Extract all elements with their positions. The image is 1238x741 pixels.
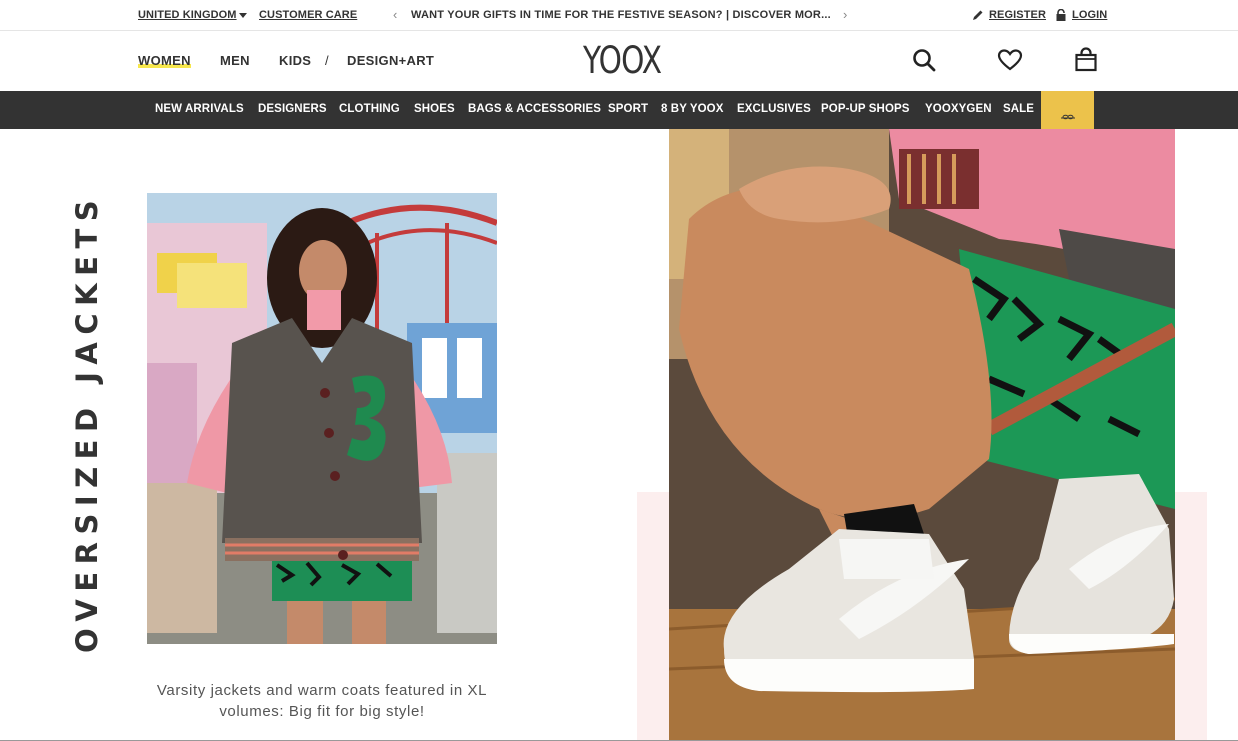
gift-tab[interactable] (1041, 91, 1094, 129)
nav-separator: / (325, 53, 329, 68)
utility-bar: UNITED KINGDOM CUSTOMER CARE ‹ WANT YOUR… (0, 0, 1238, 31)
fashion-model-image (147, 193, 497, 644)
nav-women[interactable]: WOMEN (138, 53, 191, 68)
caption-line-2: volumes: Big fit for big style! (219, 703, 425, 720)
gift-ribbon-icon (1061, 114, 1075, 120)
category-bar: NEW ARRIVALS DESIGNERS CLOTHING SHOES BA… (0, 91, 1238, 129)
login-link[interactable]: LOGIN (1072, 9, 1107, 21)
country-selector[interactable]: UNITED KINGDOM (138, 9, 237, 21)
chevron-left-icon[interactable]: ‹ (393, 7, 397, 22)
category-pop-up-shops[interactable]: POP-UP SHOPS (821, 103, 910, 115)
main-header: WOMEN MEN KIDS / DESIGN+ART YOOX (0, 31, 1238, 91)
feature-title[interactable]: OVERSIZED JACKETS (70, 193, 104, 653)
category-sport[interactable]: SPORT (608, 103, 648, 115)
promo-banner[interactable]: WANT YOUR GIFTS IN TIME FOR THE FESTIVE … (411, 9, 831, 21)
register-link[interactable]: REGISTER (989, 9, 1046, 21)
customer-care-link[interactable]: CUSTOMER CARE (259, 9, 357, 21)
nav-design-art[interactable]: DESIGN+ART (347, 53, 434, 68)
category-shoes[interactable]: SHOES (414, 103, 455, 115)
category-bags-accessories[interactable]: BAGS & ACCESSORIES (468, 103, 601, 115)
category-clothing[interactable]: CLOTHING (339, 103, 400, 115)
category-yooxygen[interactable]: YOOXYGEN (925, 103, 992, 115)
heart-icon[interactable] (997, 47, 1023, 73)
feature-caption: Varsity jackets and warm coats featured … (122, 680, 522, 722)
sneakers-photo[interactable] (669, 129, 1175, 741)
yoox-logo[interactable]: YOOX (583, 39, 662, 82)
category-designers[interactable]: DESIGNERS (258, 103, 327, 115)
category-8-by-yoox[interactable]: 8 BY YOOX (661, 103, 723, 115)
search-icon[interactable] (911, 47, 937, 73)
shopping-bag-icon[interactable] (1073, 47, 1099, 73)
category-exclusives[interactable]: EXCLUSIVES (737, 103, 811, 115)
nav-kids[interactable]: KIDS (279, 53, 311, 68)
sneakers-model-image (669, 129, 1175, 741)
category-sale[interactable]: SALE (1003, 103, 1034, 115)
chevron-right-icon[interactable]: › (843, 7, 847, 22)
nav-men[interactable]: MEN (220, 53, 250, 68)
caption-line-1: Varsity jackets and warm coats featured … (156, 682, 488, 699)
category-new-arrivals[interactable]: NEW ARRIVALS (155, 103, 244, 115)
chevron-down-icon[interactable] (239, 13, 247, 18)
pencil-icon (973, 10, 983, 20)
oversized-jacket-photo[interactable] (147, 193, 497, 644)
lock-icon (1056, 9, 1066, 21)
